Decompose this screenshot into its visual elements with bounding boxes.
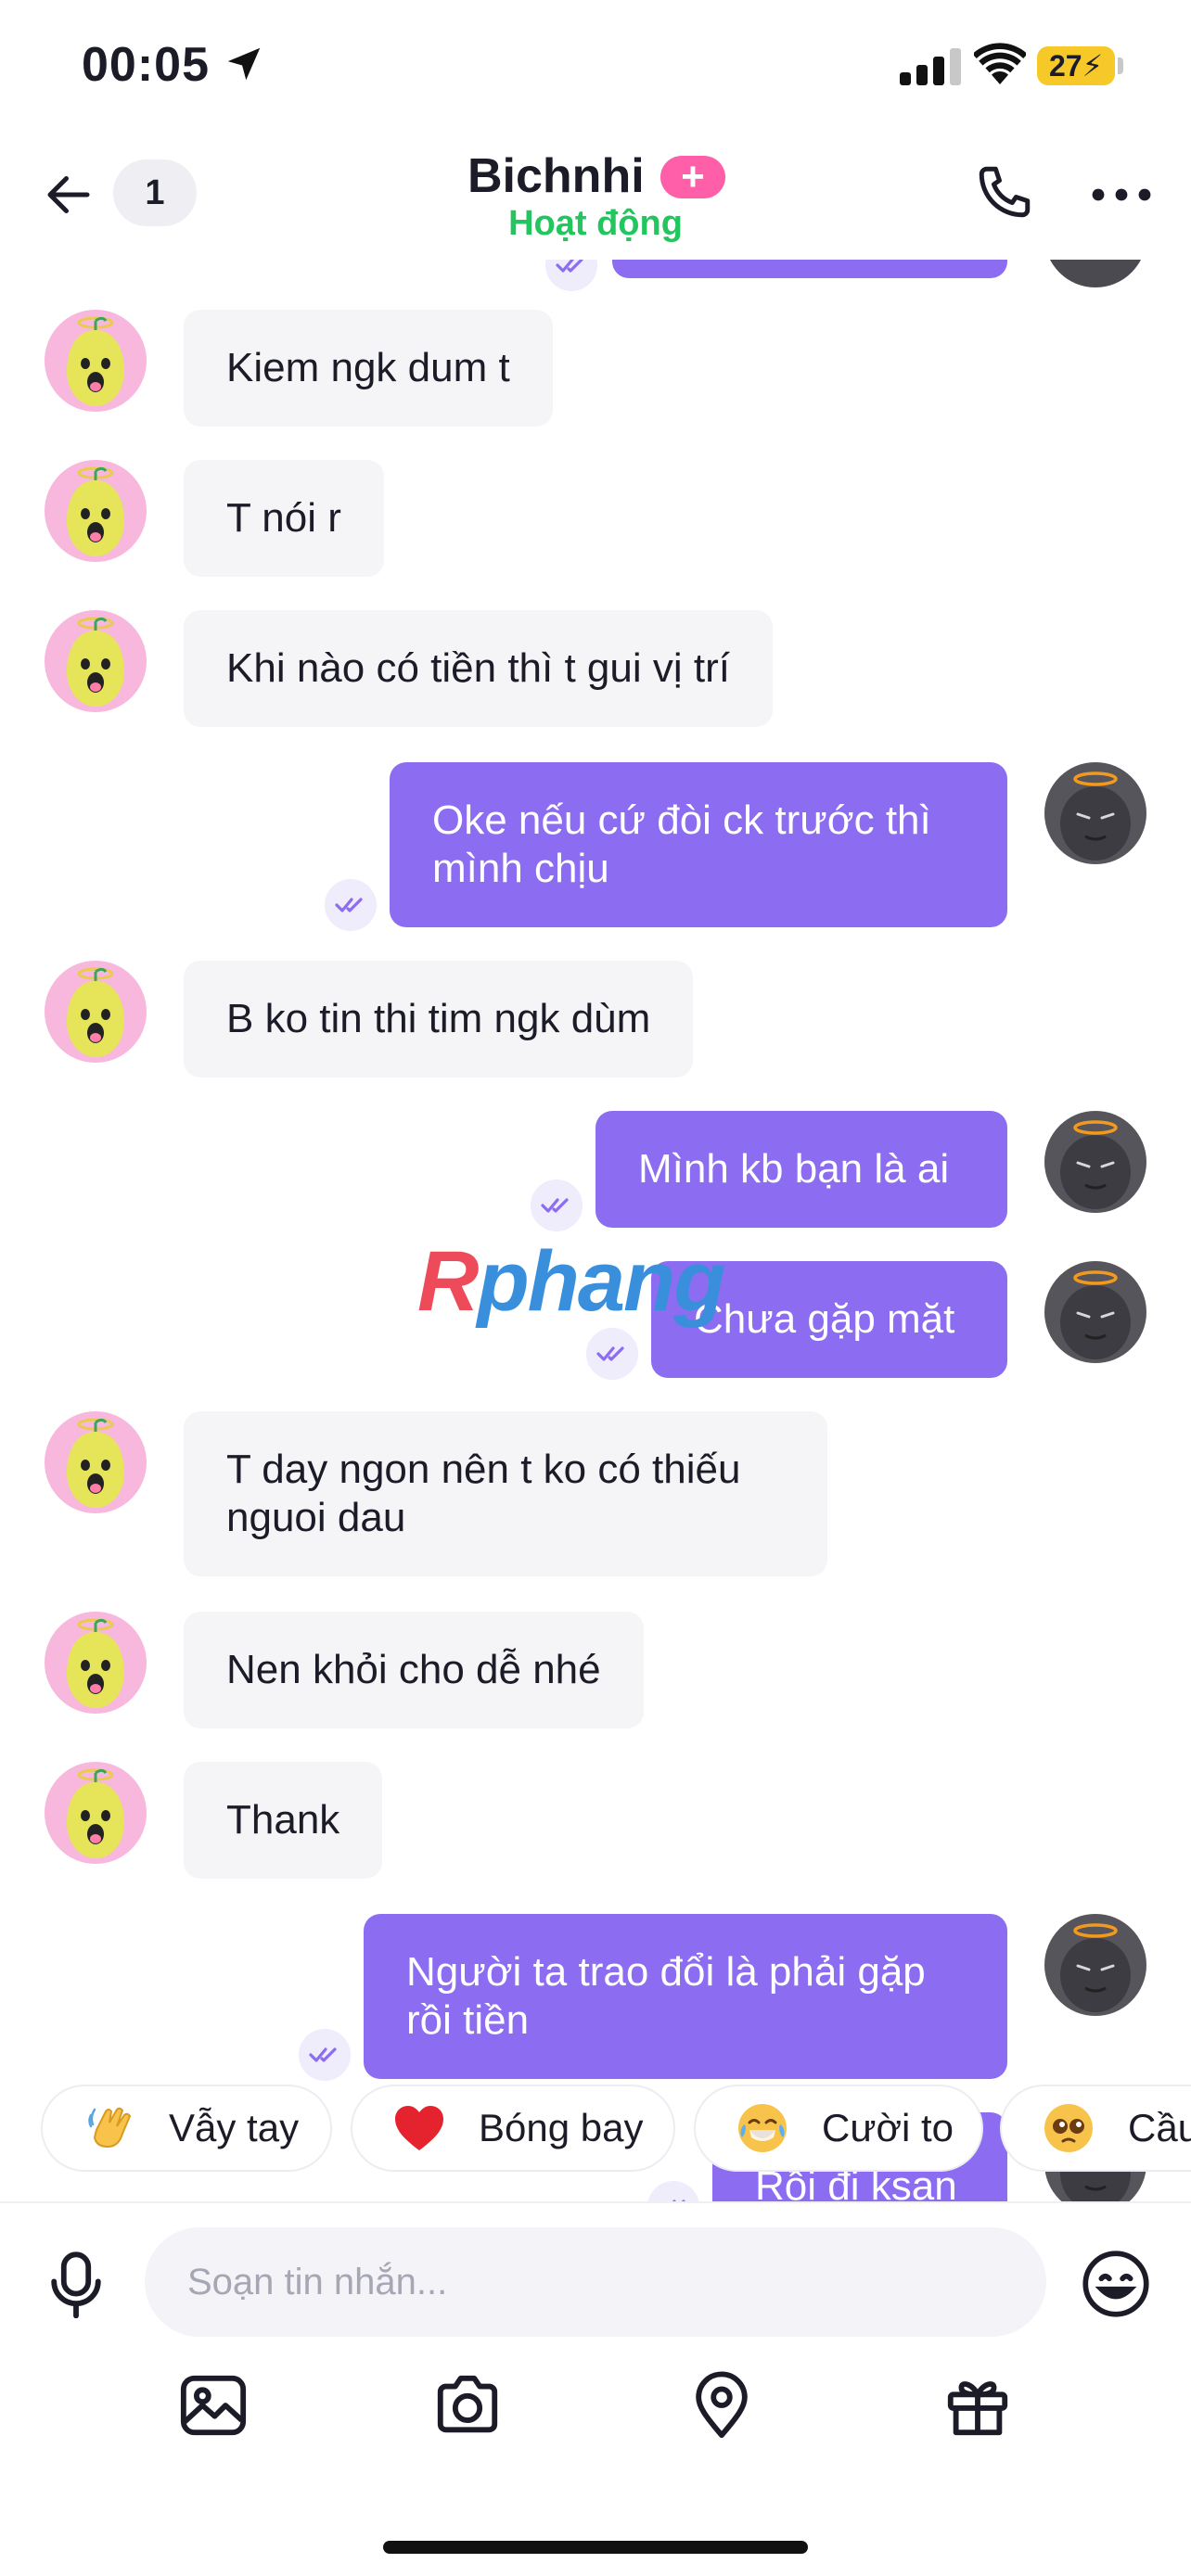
tears-of-joy-icon (736, 2102, 788, 2154)
phone-call-icon[interactable] (974, 161, 1035, 223)
quick-reactions-bar: Vẫy tay Bóng bay Cười to Cầu (0, 2085, 1191, 2177)
contact-avatar[interactable] (45, 961, 147, 1063)
microphone-icon[interactable] (46, 2250, 106, 2318)
status-time: 00:05 (82, 38, 210, 92)
quick-reaction-label: Vẫy tay (169, 2106, 300, 2149)
message-bubble[interactable]: Mình kb bạn là ai (596, 1111, 1007, 1228)
composer (0, 2201, 1191, 2576)
message-bubble-partial[interactable] (612, 260, 1007, 278)
message-bubble[interactable]: T nói r (184, 460, 384, 577)
contact-avatar[interactable] (45, 1612, 147, 1714)
my-avatar-partial[interactable] (1044, 260, 1146, 287)
my-avatar[interactable] (1044, 762, 1146, 864)
quick-reaction-label: Bóng bay (479, 2106, 644, 2149)
wifi-icon (974, 43, 1026, 84)
contact-avatar[interactable] (45, 1411, 147, 1513)
contact-avatar[interactable] (45, 460, 147, 562)
location-arrow-icon (227, 47, 261, 81)
quick-reaction-label: Cầu (1128, 2106, 1191, 2149)
contact-avatar[interactable] (45, 310, 147, 412)
camera-icon[interactable] (432, 2370, 503, 2441)
my-avatar[interactable] (1044, 1111, 1146, 1213)
battery-level: 27 (1048, 48, 1082, 83)
message-bubble[interactable]: T day ngon nên t ko có thiếu nguoi dau (184, 1411, 827, 1576)
cellular-signal-icon (900, 48, 961, 85)
message-bubble[interactable]: Kiem ngk dum t (184, 310, 553, 427)
my-avatar[interactable] (1044, 1914, 1146, 2016)
waving-hand-icon (83, 2102, 135, 2154)
location-icon[interactable] (686, 2370, 757, 2441)
message-input[interactable] (145, 2227, 1046, 2337)
quick-reaction-plead[interactable]: Cầu (1000, 2085, 1191, 2172)
message-bubble[interactable]: Nen khỏi cho dễ nhé (184, 1612, 644, 1728)
more-options-icon[interactable] (1091, 185, 1152, 204)
message-bubble[interactable]: B ko tin thi tim ngk dùm (184, 961, 694, 1078)
contact-name[interactable]: Bichnhi (467, 148, 645, 204)
plus-badge: + (660, 156, 725, 198)
seen-check-icon (531, 1180, 583, 1231)
pleading-face-icon (1043, 2102, 1095, 2154)
message-bubble[interactable]: Thank (184, 1762, 383, 1879)
quick-reaction-heart[interactable]: Bóng bay (351, 2085, 675, 2172)
battery-cap (1118, 57, 1123, 74)
status-bar: 00:05 27 ⚡ (0, 0, 1191, 130)
gift-icon[interactable] (942, 2370, 1013, 2441)
seen-check-icon (586, 1328, 638, 1380)
message-bubble[interactable]: Oke nếu cứ đòi ck trước thì mình chịu (390, 762, 1007, 927)
quick-reaction-wave[interactable]: Vẫy tay (41, 2085, 332, 2172)
seen-check-icon (325, 879, 377, 931)
chat-header: 1 Bichnhi + Hoạt động (0, 130, 1191, 260)
red-heart-icon (393, 2102, 445, 2154)
charging-bolt-icon: ⚡ (1082, 49, 1104, 83)
quick-reaction-laugh[interactable]: Cười to (694, 2085, 983, 2172)
contact-avatar[interactable] (45, 610, 147, 712)
emoji-picker-icon[interactable] (1082, 2250, 1150, 2318)
battery-indicator: 27 ⚡ (1037, 46, 1115, 85)
quick-reaction-label: Cười to (822, 2106, 954, 2149)
my-avatar[interactable] (1044, 1261, 1146, 1363)
watermark-logo: Rphang (417, 1234, 725, 1329)
seen-check-icon (545, 260, 597, 291)
image-icon[interactable] (178, 2370, 249, 2441)
contact-avatar[interactable] (45, 1762, 147, 1864)
message-bubble[interactable]: Khi nào có tiền thì t gui vị trí (184, 610, 773, 727)
seen-check-icon (299, 2029, 351, 2081)
home-indicator (383, 2541, 808, 2554)
message-bubble[interactable]: Người ta trao đổi là phải gặp rồi tiền (364, 1914, 1007, 2079)
